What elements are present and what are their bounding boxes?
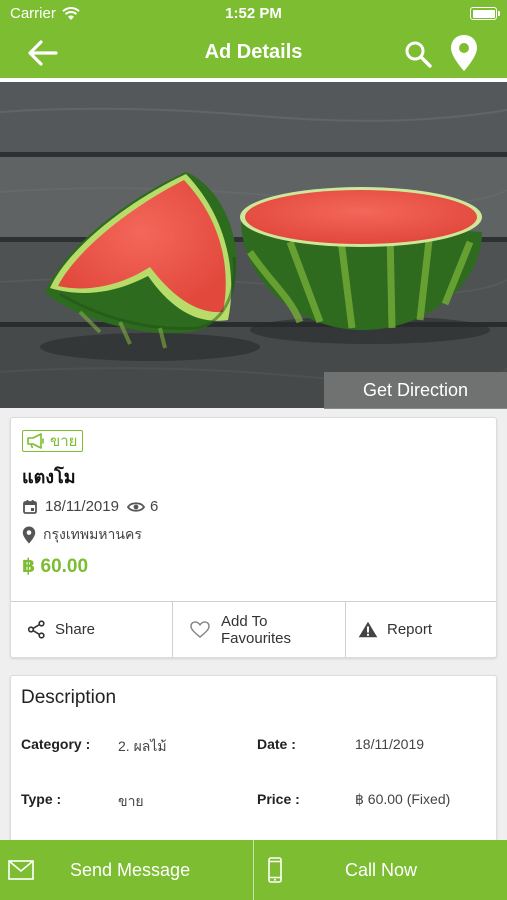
warning-icon [358, 621, 378, 638]
type-label: Type : [21, 791, 62, 807]
ad-info-card: ขาย แตงโม 18/11/2019 6 กรุงเทพมหานคร ฿ 6… [10, 417, 497, 658]
status-bar: Carrier 1:52 PM [0, 0, 507, 28]
category-label: Category : [21, 736, 91, 752]
location-marker-icon [22, 526, 36, 544]
get-direction-button[interactable]: Get Direction [324, 372, 507, 409]
report-label: Report [387, 621, 433, 638]
ad-price: ฿ 60.00 [22, 556, 89, 577]
eye-icon [126, 501, 145, 512]
favourites-label-line1: Add To [221, 612, 268, 630]
badge-label: ขาย [50, 433, 78, 450]
ad-meta-row: 18/11/2019 6 [22, 498, 158, 515]
views-value: 6 [149, 498, 159, 515]
envelope-icon [8, 860, 34, 880]
call-now-button[interactable]: Call Now [254, 840, 507, 900]
favourites-label-line2: Favourites [221, 629, 292, 647]
sale-type-badge: ขาย [22, 430, 84, 452]
battery-icon [470, 7, 500, 20]
date-value: 18/11/2019 [355, 736, 425, 752]
favourites-label: Add To Favourites [221, 613, 291, 647]
share-icon [27, 620, 45, 639]
action-row: Share Add To Favourites Report [11, 601, 496, 657]
megaphone-icon [27, 433, 44, 449]
date-label: Date : [257, 736, 296, 752]
views-count: 6 [126, 498, 159, 515]
nav-bar: Ad Details [0, 28, 507, 78]
send-message-button[interactable]: Send Message [0, 840, 254, 900]
share-label: Share [55, 621, 96, 638]
description-card: Description Category : 2. ผลไม้ Date : 1… [10, 675, 497, 850]
call-now-label: Call Now [345, 859, 418, 880]
add-to-favourites-button[interactable]: Add To Favourites [173, 602, 346, 657]
calendar-icon [22, 499, 38, 515]
share-button[interactable]: Share [11, 602, 173, 657]
type-value: ขาย [118, 793, 144, 809]
price-label: Price : [257, 791, 300, 807]
search-icon[interactable] [403, 39, 433, 69]
location-pin-icon[interactable] [448, 34, 480, 72]
ad-title: แตงโม [22, 467, 76, 487]
heart-icon [190, 621, 210, 638]
ad-location-row: กรุงเทพมหานคร [22, 524, 142, 546]
category-value: 2. ผลไม้ [118, 738, 167, 754]
description-heading: Description [21, 687, 117, 708]
ad-date: 18/11/2019 [45, 498, 119, 515]
ad-location: กรุงเทพมหานคร [43, 526, 142, 542]
send-message-label: Send Message [70, 859, 191, 880]
ad-photo[interactable] [0, 82, 507, 408]
price-value: ฿ 60.00 (Fixed) [355, 791, 451, 807]
phone-icon [268, 857, 282, 883]
bottom-action-bar: Send Message Call Now [0, 840, 507, 900]
report-button[interactable]: Report [346, 602, 496, 657]
status-time: 1:52 PM [225, 5, 282, 22]
